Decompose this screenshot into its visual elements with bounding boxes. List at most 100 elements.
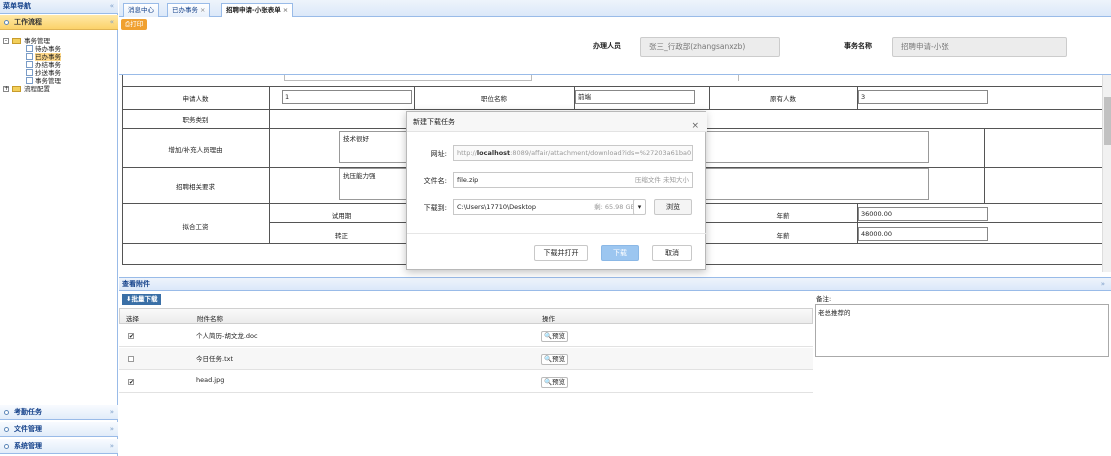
- attachments-panel: 查看附件 » ⬇批量下载 选择 附件名称 操作 ✔ 个人简历-胡文龙.doc 🔍…: [119, 277, 1111, 456]
- url-label: 网址:: [430, 150, 447, 158]
- file-icon: [26, 61, 33, 68]
- section-bullet-icon: [4, 444, 9, 449]
- batch-download-button[interactable]: ⬇批量下载: [122, 294, 162, 305]
- annual-salary-probation-input[interactable]: 36000.00: [858, 207, 988, 221]
- probation-label: 试用期: [331, 212, 352, 220]
- folder-icon: [12, 86, 21, 92]
- accordion-workflow[interactable]: 工作流程 «: [0, 15, 118, 30]
- filename-input[interactable]: file.zip 压缩文件 未知大小: [453, 172, 693, 188]
- reason-label: 增加/补充人员理由: [168, 146, 223, 154]
- attachment-name: 今日任务.txt: [196, 355, 234, 363]
- collapse-toggle-icon[interactable]: -: [3, 38, 9, 44]
- file-icon: [26, 77, 33, 84]
- task-name-field[interactable]: 招聘申请-小张: [892, 37, 1067, 57]
- section-bullet-icon: [4, 20, 9, 25]
- free-space: 剩: 65.98 GB: [594, 203, 635, 211]
- expand-icon[interactable]: »: [1101, 278, 1105, 290]
- url-field[interactable]: http://localhost:8089/affair/attachment/…: [453, 145, 693, 161]
- close-icon[interactable]: ×: [691, 116, 699, 136]
- attachment-checkbox[interactable]: ✔: [128, 333, 134, 340]
- tree-node-cc[interactable]: 抄送事务: [0, 69, 118, 77]
- download-dialog-title: 新建下载任务: [413, 118, 455, 126]
- scrolled-divider: [738, 75, 739, 81]
- section-bullet-icon: [4, 410, 9, 415]
- file-icon: [26, 45, 33, 52]
- tree-node-todo[interactable]: 待办事务: [0, 45, 118, 53]
- preview-button[interactable]: 🔍预览: [541, 354, 569, 365]
- path-dropdown-icon[interactable]: ▾: [633, 199, 646, 215]
- apply-count-input[interactable]: 1: [282, 90, 412, 104]
- attachment-row: ✔ 个人简历-胡文龙.doc 🔍预览: [119, 325, 813, 347]
- file-icon: [26, 53, 33, 60]
- dialog-divider: [407, 233, 707, 234]
- chevron-down-icon[interactable]: »: [110, 439, 114, 453]
- attachments-grid-header: 选择 附件名称 操作: [119, 308, 813, 324]
- download-button[interactable]: 下载: [601, 245, 639, 261]
- tree-node-affair-mgmt[interactable]: - 事务管理: [0, 37, 118, 45]
- preview-button[interactable]: 🔍预览: [541, 377, 569, 388]
- note-label: 备注:: [816, 295, 832, 303]
- tree-node-process-config[interactable]: + 流程配置: [0, 85, 118, 93]
- tree-label: 已办事务: [35, 53, 61, 61]
- handler-field[interactable]: 张三_行政部(zhangsanxzb): [640, 37, 780, 57]
- note-textarea[interactable]: 老总推荐的: [815, 304, 1109, 357]
- preview-label: 预览: [552, 332, 566, 340]
- tab-label: 消息中心: [128, 6, 154, 14]
- accordion-system[interactable]: 系统管理 »: [0, 439, 118, 454]
- col-line: [984, 128, 985, 203]
- requirement-label: 招聘相关要求: [176, 183, 215, 191]
- form-header: ⎙打印 办理人员 张三_行政部(zhangsanxzb) 事务名称 招聘申请-小…: [119, 17, 1111, 75]
- save-path-input[interactable]: C:\Users\17710\Desktop 剩: 65.98 GB: [453, 199, 639, 215]
- tree-node-done[interactable]: 已办事务: [0, 53, 118, 61]
- close-icon[interactable]: ×: [283, 6, 288, 14]
- accordion-label: 文件管理: [14, 425, 42, 433]
- search-icon: 🔍: [544, 355, 553, 363]
- chevron-down-icon[interactable]: »: [110, 422, 114, 436]
- tree-node-finished[interactable]: 办结事务: [0, 61, 118, 69]
- job-category-label: 职务类别: [182, 116, 209, 124]
- scrollbar-thumb[interactable]: [1104, 97, 1111, 145]
- tab-message-center[interactable]: 消息中心: [123, 3, 159, 17]
- accordion-files[interactable]: 文件管理 »: [0, 422, 118, 437]
- chevron-up-icon[interactable]: «: [110, 15, 114, 29]
- tree-node-affair-admin[interactable]: 事务管理: [0, 77, 118, 85]
- tree-label: 抄送事务: [35, 69, 61, 77]
- print-label: 打印: [130, 20, 144, 28]
- cancel-button[interactable]: 取消: [652, 245, 692, 261]
- url-prefix: http://: [457, 149, 477, 157]
- expand-toggle-icon[interactable]: +: [3, 86, 9, 92]
- tree-label: 流程配置: [24, 85, 50, 93]
- url-rest: :8089/affair/attachment/download?ids=%27…: [510, 149, 692, 157]
- attachment-row: ✔ head.jpg 🔍预览: [119, 371, 813, 393]
- tree-label: 事务管理: [24, 37, 50, 45]
- preview-button[interactable]: 🔍预览: [541, 331, 569, 342]
- scrolled-field-top: [284, 75, 532, 81]
- form-scrollbar[interactable]: [1102, 75, 1111, 272]
- annual-salary-label-2: 年薪: [776, 232, 790, 240]
- tab-done-affairs[interactable]: 已办事务 ×: [167, 3, 211, 17]
- close-icon[interactable]: ×: [200, 6, 205, 14]
- annual-salary-regular-input[interactable]: 48000.00: [858, 227, 988, 241]
- existing-count-label: 原有人数: [770, 95, 796, 103]
- download-and-open-button[interactable]: 下载并打开: [534, 245, 588, 261]
- batch-download-label: 批量下载: [131, 295, 158, 303]
- attachment-checkbox[interactable]: [128, 356, 134, 362]
- attachment-checkbox[interactable]: ✔: [128, 379, 134, 386]
- sidebar: 菜单导航 « 工作流程 « - 事务管理 待办事务 已办事务 办结事务 抄送事务: [0, 0, 118, 456]
- position-label: 职位名称: [481, 95, 507, 103]
- position-input[interactable]: 前端: [575, 90, 695, 104]
- salary-label: 拟合工资: [182, 223, 209, 231]
- print-button[interactable]: ⎙打印: [121, 19, 148, 30]
- sidebar-title: 菜单导航: [3, 2, 31, 10]
- col-action-header: 操作: [542, 315, 555, 323]
- tab-recruit-form[interactable]: 招聘申请-小张表单 ×: [221, 3, 294, 17]
- accordion-workflow-label: 工作流程: [14, 18, 42, 26]
- tree-label: 待办事务: [35, 45, 61, 53]
- preview-label: 预览: [552, 378, 566, 386]
- collapse-sidebar-icon[interactable]: «: [110, 0, 114, 13]
- browse-button[interactable]: 浏览: [654, 199, 692, 215]
- accordion-attendance[interactable]: 考勤任务 »: [0, 405, 118, 420]
- attachment-name: head.jpg: [196, 376, 225, 384]
- chevron-down-icon[interactable]: »: [110, 405, 114, 419]
- existing-count-input[interactable]: 3: [858, 90, 988, 104]
